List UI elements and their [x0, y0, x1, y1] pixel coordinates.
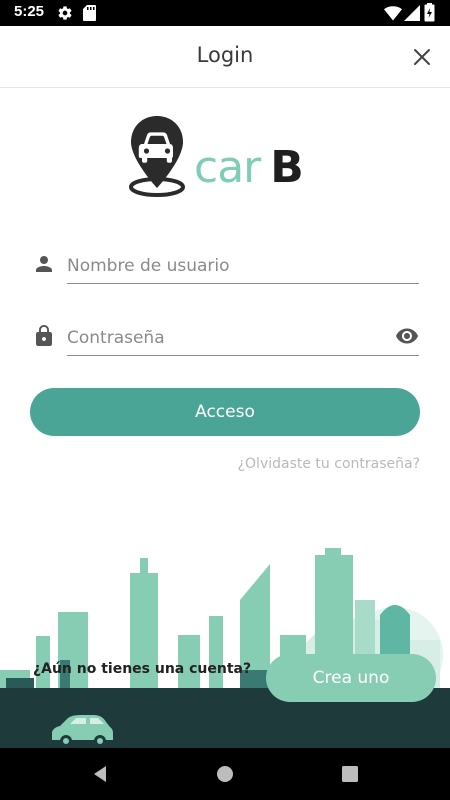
forgot-password-link[interactable]: ¿Olvidaste tu contraseña?	[238, 456, 420, 472]
battery-icon	[424, 3, 435, 22]
username-input[interactable]	[67, 242, 419, 284]
sd-card-icon	[83, 5, 96, 21]
password-field	[30, 312, 422, 362]
logo-wordmark: car B	[194, 138, 304, 198]
navigation-bar	[0, 748, 450, 800]
eye-icon[interactable]	[394, 324, 420, 348]
app-bar: Login	[0, 26, 450, 88]
logo-text-car: car	[194, 142, 261, 193]
home-icon[interactable]	[213, 762, 237, 786]
username-field	[30, 240, 422, 290]
lock-icon	[36, 325, 52, 346]
no-account-prompt: ¿Aún no tienes una cuenta?	[33, 661, 252, 677]
wifi-icon	[384, 6, 402, 21]
page-title: Login	[196, 43, 254, 67]
login-button[interactable]: Acceso	[30, 388, 420, 436]
logo-text-b: B	[270, 142, 304, 193]
status-bar: 5:25	[0, 0, 450, 26]
recents-icon[interactable]	[338, 762, 362, 786]
password-input[interactable]	[67, 314, 419, 356]
app-logo: car B	[128, 114, 328, 204]
back-icon[interactable]	[88, 762, 112, 786]
person-icon	[36, 256, 52, 272]
settings-icon	[58, 6, 72, 20]
status-time: 5:25	[14, 3, 45, 20]
signal-icon	[404, 5, 420, 21]
create-account-button[interactable]: Crea uno	[266, 654, 436, 702]
city-skyline-illustration	[0, 548, 450, 750]
location-pin-car-icon	[129, 116, 185, 197]
close-icon[interactable]	[410, 45, 434, 69]
